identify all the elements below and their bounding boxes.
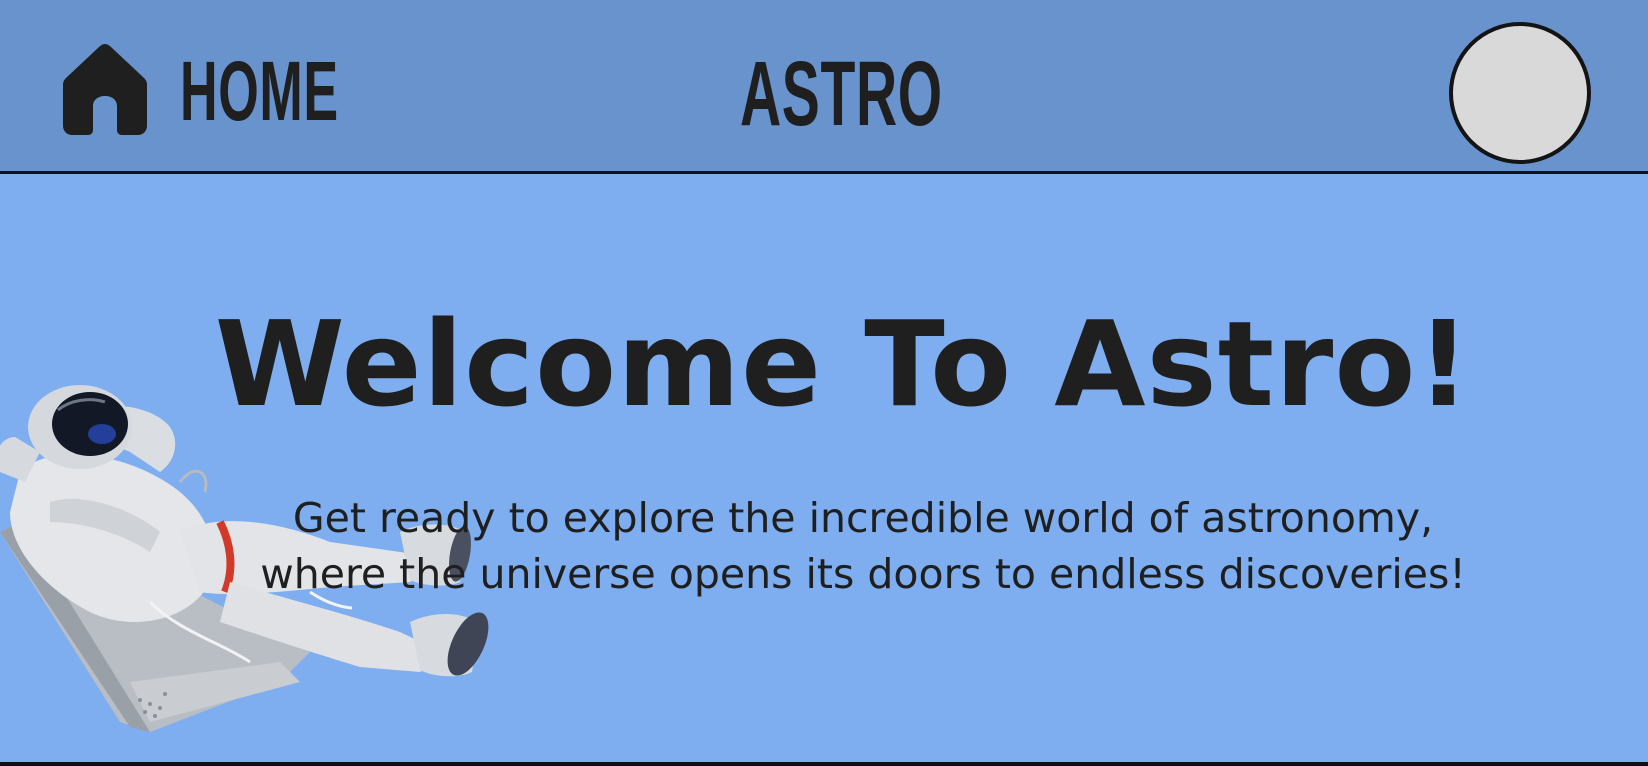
home-link[interactable]: HOME — [62, 38, 436, 138]
home-icon — [63, 44, 147, 135]
top-nav-bar: HOME ASTRO — [0, 0, 1648, 174]
bottom-divider — [0, 762, 1648, 766]
hero-subtitle: Get ready to explore the incredible worl… — [260, 494, 1466, 598]
page: HOME ASTRO Welcome To Astro! Get ready t… — [0, 0, 1648, 766]
site-logo-text: ASTRO — [740, 43, 943, 145]
home-label: HOME — [180, 44, 339, 138]
hero-title: Welcome To Astro! — [214, 295, 1472, 433]
profile-avatar[interactable] — [1449, 22, 1591, 164]
